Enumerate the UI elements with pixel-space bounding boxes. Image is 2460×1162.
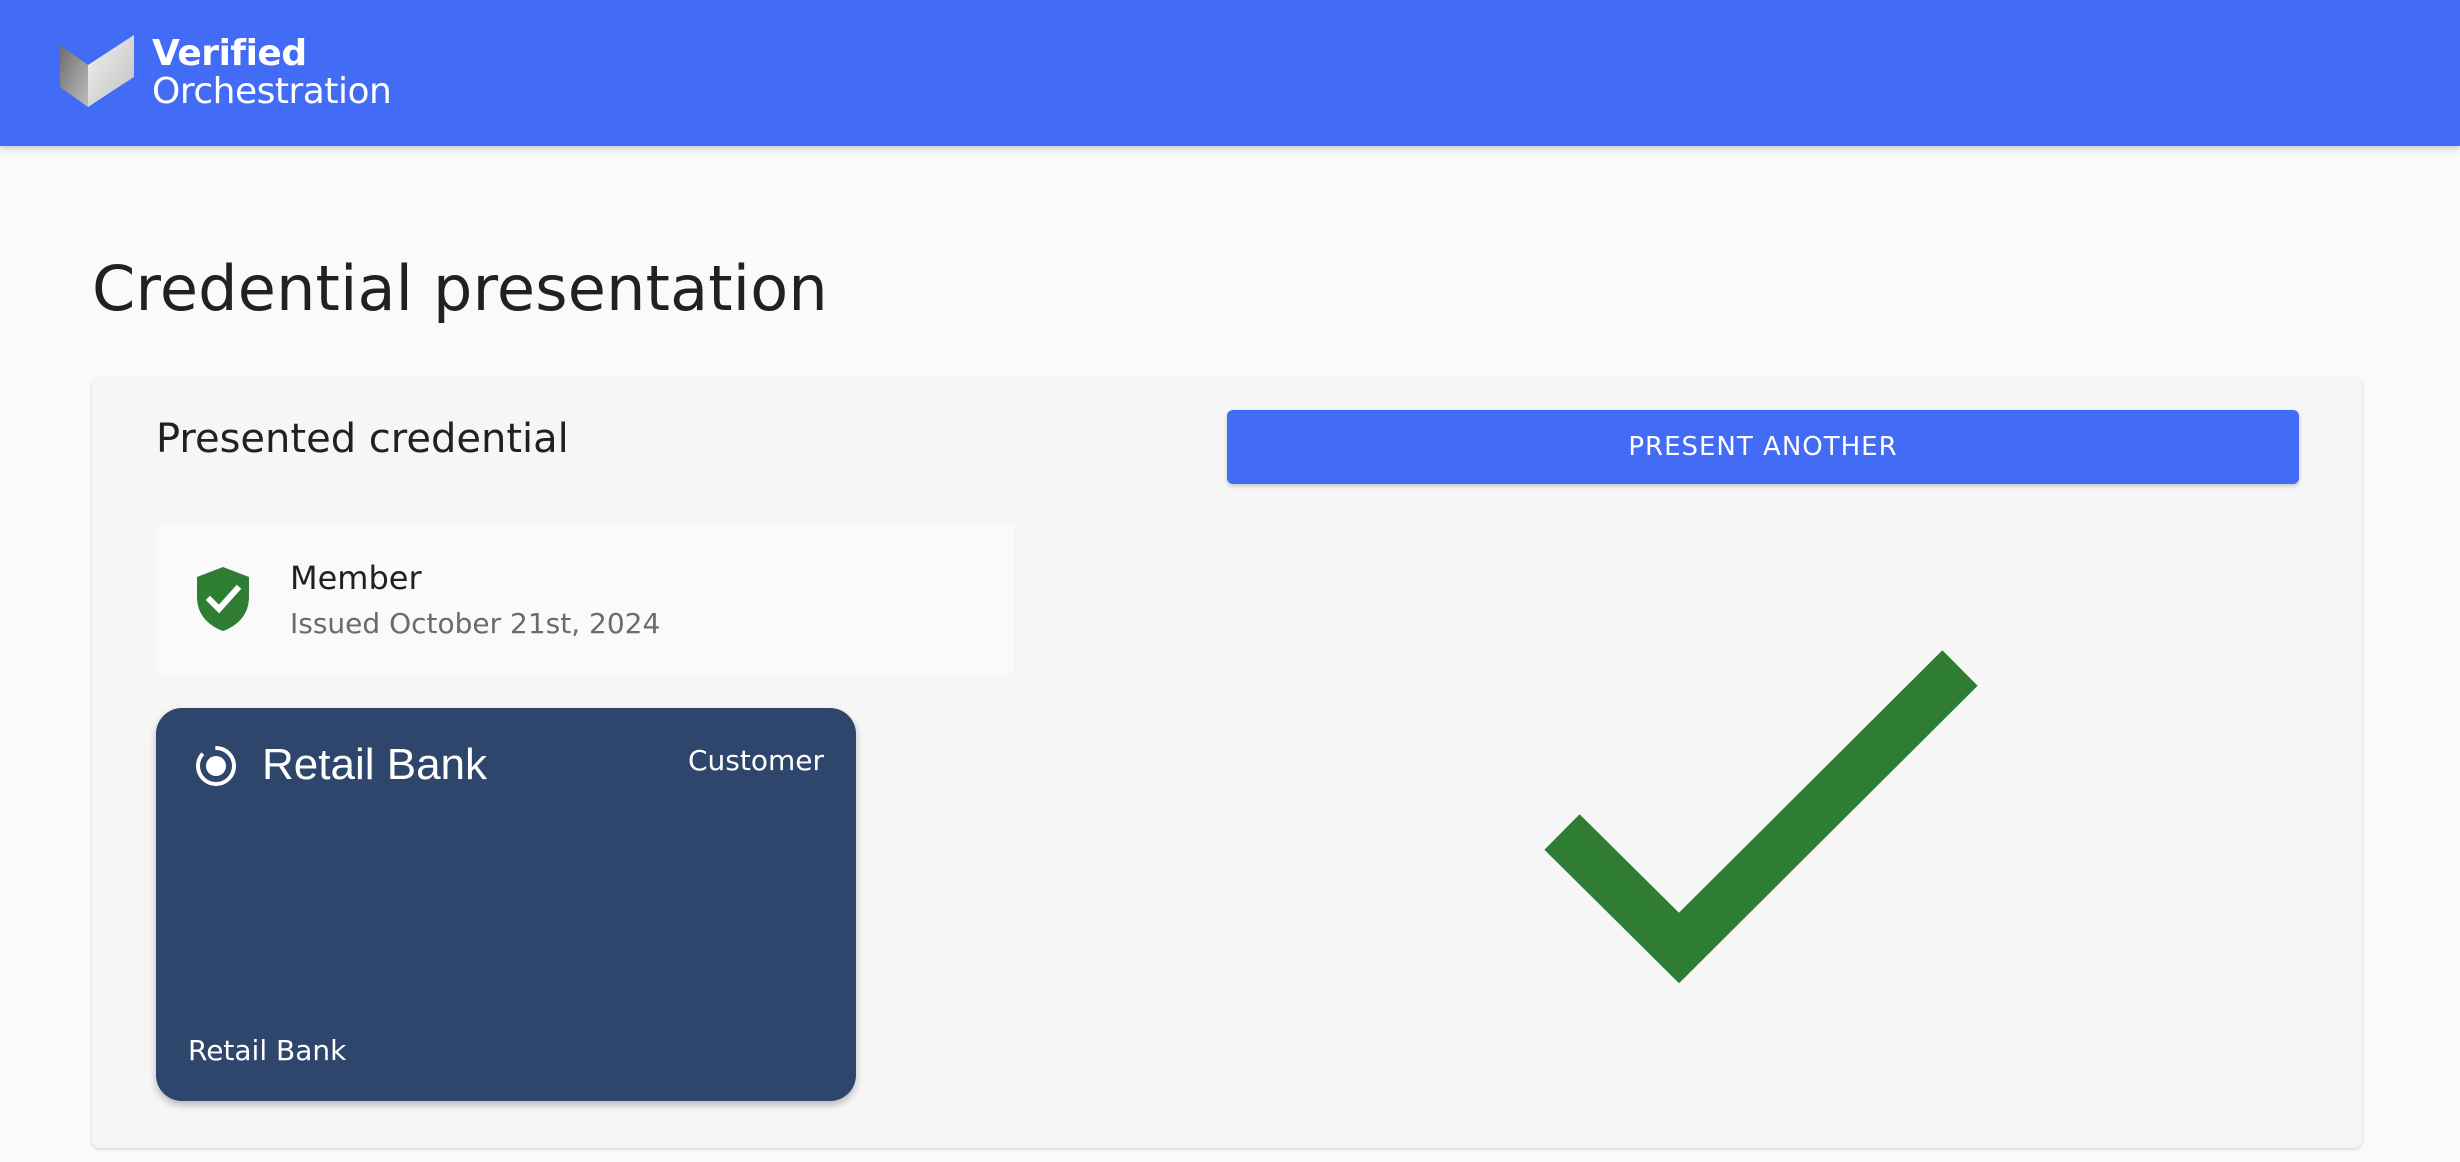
checkmark-icon (1544, 650, 1978, 984)
present-another-button[interactable]: PRESENT ANOTHER (1227, 410, 2299, 484)
credential-item[interactable]: Member Issued October 21st, 2024 (156, 524, 1014, 674)
bank-logo-icon (196, 746, 236, 786)
page-title: Credential presentation (92, 252, 828, 325)
verified-logo-icon (60, 35, 134, 107)
panel-title: Presented credential (156, 416, 569, 462)
credential-name: Member (290, 558, 422, 597)
card-type-label: Customer (687, 744, 824, 777)
credential-card: Retail Bank Customer Retail Bank (156, 708, 856, 1101)
credential-issued-date: Issued October 21st, 2024 (290, 606, 661, 640)
app-bar: Verified Orchestration (0, 0, 2460, 146)
brand-name-line1: Verified (152, 33, 307, 74)
presentation-panel: Presented credential PRESENT ANOTHER Mem… (92, 378, 2362, 1148)
card-footer-label: Retail Bank (188, 1034, 347, 1067)
brand-name-line2: Orchestration (152, 71, 392, 112)
card-bank-name: Retail Bank (262, 740, 488, 789)
shield-check-icon (197, 567, 249, 631)
brand[interactable]: Verified Orchestration (58, 33, 392, 113)
